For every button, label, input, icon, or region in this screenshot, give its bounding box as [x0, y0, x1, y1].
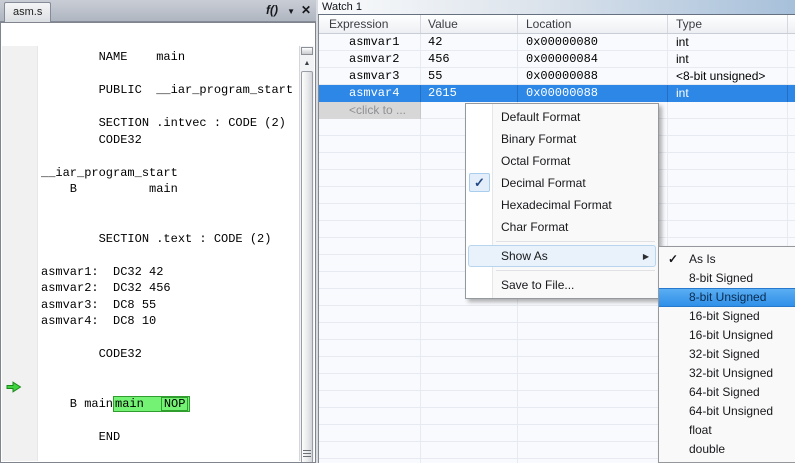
current-statement-label: main [115, 397, 144, 411]
cell-value[interactable]: 42 [421, 34, 518, 51]
code-line: asmvar2: DC32 456 [41, 280, 298, 297]
check-icon: ✓ [469, 173, 490, 192]
menu-item-octal-format[interactable]: Octal Format [466, 150, 658, 172]
submenu-item-64-bit-unsigned[interactable]: 64-bit Unsigned [659, 402, 795, 421]
cell-type: int [668, 85, 788, 102]
cell-expression[interactable]: asmvar2 [319, 51, 421, 68]
watch-row-asmvar3[interactable]: asmvar3 55 0x00000088 <8-bit unsigned> [319, 68, 795, 85]
code-line: END [41, 429, 298, 446]
menu-item-decimal-format[interactable]: ✓ Decimal Format [466, 172, 658, 194]
cell-location: 0x00000088 [518, 68, 668, 85]
code-line: NAME main [41, 49, 298, 66]
cell-type: int [668, 51, 788, 68]
watch-row-asmvar1[interactable]: asmvar1 42 0x00000080 int [319, 34, 795, 51]
code-area[interactable]: NAME main PUBLIC __iar_program_start SEC… [41, 49, 298, 460]
submenu-item-32-bit-signed[interactable]: 32-bit Signed [659, 345, 795, 364]
editor-panel: asm.s f() ▼ ✕ NAME main PUBLIC __iar_pro… [0, 0, 316, 463]
submenu-item-8-bit-unsigned[interactable]: 8-bit Unsigned [659, 288, 795, 307]
code-line: PUBLIC __iar_program_start [41, 82, 298, 99]
execution-arrow-icon [6, 381, 22, 393]
chevron-down-icon[interactable]: ▼ [287, 7, 295, 16]
code-line: B main [41, 181, 298, 198]
column-header-type[interactable]: Type [668, 15, 788, 33]
code-line [41, 148, 298, 165]
menu-item-show-as[interactable]: Show As ▶ [468, 245, 656, 267]
show-as-submenu: ✓ As Is 8-bit Signed 8-bit Unsigned 16-bi… [658, 246, 795, 463]
menu-item-label: Show As [501, 249, 548, 263]
watch-row-asmvar2[interactable]: asmvar2 456 0x00000084 int [319, 51, 795, 68]
current-statement-highlight: main NOP [113, 396, 190, 412]
menu-item-hexadecimal-format[interactable]: Hexadecimal Format [466, 194, 658, 216]
cell-expression[interactable]: asmvar4 [319, 85, 421, 102]
cell-expression[interactable]: asmvar1 [319, 34, 421, 51]
code-line [41, 99, 298, 116]
close-icon[interactable]: ✕ [301, 3, 311, 17]
code-line: SECTION .intvec : CODE (2) [41, 115, 298, 132]
submenu-item-16-bit-unsigned[interactable]: 16-bit Unsigned [659, 326, 795, 345]
cell-type: int [668, 34, 788, 51]
cell-location: 0x00000084 [518, 51, 668, 68]
submenu-item-64-bit-signed[interactable]: 64-bit Signed [659, 383, 795, 402]
submenu-item-as-is[interactable]: ✓ As Is [659, 250, 795, 269]
menu-separator [496, 270, 655, 271]
current-statement-line: mainNOP [41, 379, 298, 396]
menu-item-label: Decimal Format [501, 176, 586, 190]
submenu-item-16-bit-signed[interactable]: 16-bit Signed [659, 307, 795, 326]
column-header-location[interactable]: Location [518, 15, 668, 33]
breakpoint-gutter[interactable] [2, 46, 38, 461]
watch-header-row: Expression Value Location Type [319, 15, 795, 34]
column-header-value[interactable]: Value [421, 15, 518, 33]
code-line: asmvar3: DC8 55 [41, 297, 298, 314]
cell-location: 0x00000088 [518, 85, 668, 102]
code-line: SECTION .text : CODE (2) [41, 231, 298, 248]
cell-value[interactable]: 456 [421, 51, 518, 68]
menu-item-char-format[interactable]: Char Format [466, 216, 658, 238]
scrollbar-thumb[interactable] [301, 71, 313, 463]
submenu-item-label: As Is [689, 252, 716, 266]
scroll-up-icon[interactable]: ▲ [301, 57, 313, 70]
submenu-item-8-bit-signed[interactable]: 8-bit Signed [659, 269, 795, 288]
code-line [41, 363, 298, 380]
code-line: asmvar1: DC32 42 [41, 264, 298, 281]
menu-item-default-format[interactable]: Default Format [466, 106, 658, 128]
menu-separator [496, 241, 655, 242]
code-line: CODE32 [41, 346, 298, 363]
editor-body[interactable]: NAME main PUBLIC __iar_program_start SEC… [0, 22, 316, 463]
code-line: CODE32 [41, 132, 298, 149]
format-context-menu: Default Format Binary Format Octal Forma… [465, 103, 659, 299]
function-list-icon[interactable]: f() [266, 3, 278, 17]
code-line [41, 330, 298, 347]
cell-value[interactable]: 2615 [421, 85, 518, 102]
watch-title-bar: Watch 1 [318, 0, 795, 15]
editor-scrollbar[interactable]: ▲ [299, 46, 314, 461]
ide-window: asm.s f() ▼ ✕ NAME main PUBLIC __iar_pro… [0, 0, 795, 463]
cell-expression[interactable]: asmvar3 [319, 68, 421, 85]
code-line: asmvar4: DC8 10 [41, 313, 298, 330]
menu-item-save-to-file[interactable]: Save to File... [466, 274, 658, 296]
code-line [41, 198, 298, 215]
code-line: __iar_program_start [41, 165, 298, 182]
editor-tab-bar: asm.s f() ▼ ✕ [0, 0, 316, 22]
splitter-handle[interactable] [301, 47, 313, 55]
submenu-arrow-icon: ▶ [643, 246, 649, 268]
cell-value[interactable]: 55 [421, 68, 518, 85]
watch-row-asmvar4-selected[interactable]: asmvar4 2615 0x00000088 int [319, 85, 795, 102]
watch-title: Watch 1 [322, 1, 362, 13]
cell-type: <8-bit unsigned> [668, 68, 788, 85]
column-header-spacer [788, 15, 795, 33]
menu-item-binary-format[interactable]: Binary Format [466, 128, 658, 150]
code-line [41, 214, 298, 231]
submenu-item-float[interactable]: float [659, 421, 795, 440]
check-icon: ✓ [668, 250, 678, 269]
column-header-expression[interactable]: Expression [319, 15, 421, 33]
cell-location: 0x00000080 [518, 34, 668, 51]
code-line [41, 247, 298, 264]
submenu-item-double[interactable]: double [659, 440, 795, 459]
code-line [41, 66, 298, 83]
scrollbar-grip-icon[interactable] [302, 448, 312, 458]
add-expression-placeholder[interactable]: <click to ... [319, 102, 421, 119]
submenu-item-32-bit-unsigned[interactable]: 32-bit Unsigned [659, 364, 795, 383]
tab-asm-s[interactable]: asm.s [4, 2, 51, 22]
current-instruction: NOP [161, 397, 189, 411]
